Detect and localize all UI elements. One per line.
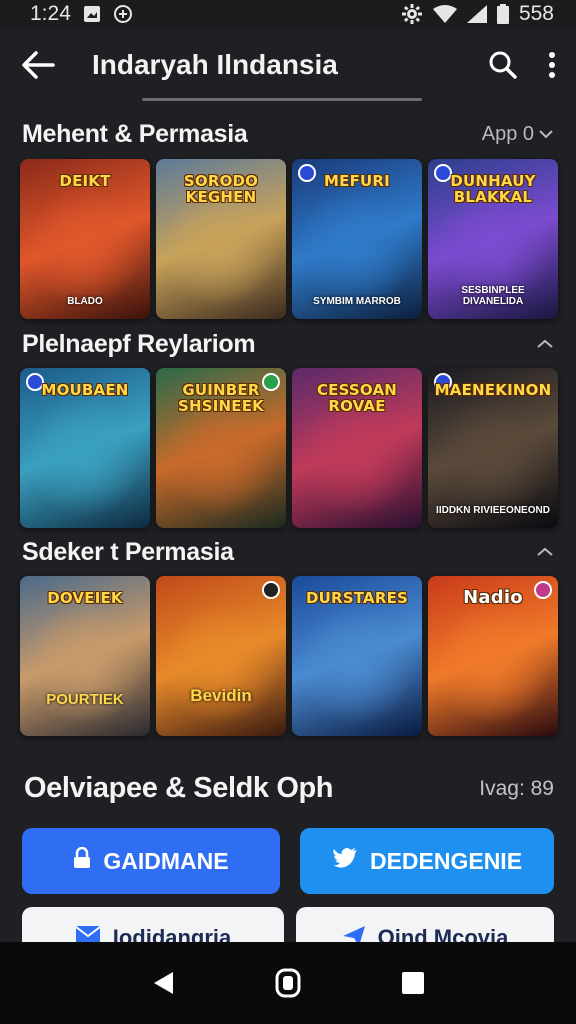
game-card[interactable]: CESSOAN ROVAE: [292, 368, 422, 528]
section-title: Oelviapee & Seldk Oph: [24, 772, 334, 804]
settings-gear-icon: [401, 3, 423, 25]
badge-icon: [262, 581, 280, 599]
game-card[interactable]: MOUBAEN: [20, 368, 150, 528]
card-subtitle: SESBINPLEE DIVANELIDA: [461, 285, 525, 307]
button-label: Oind Mcovia: [377, 925, 509, 942]
app-bar: Indaryah Ilndansia: [0, 28, 576, 102]
card-title: GUINBER SHSINEEK: [177, 381, 264, 415]
section-meta-label: App 0: [481, 123, 534, 145]
card-title: DURSTARES: [305, 589, 409, 607]
card-title: MEFURI: [324, 172, 390, 190]
card-title: MOUBAEN: [41, 381, 129, 399]
game-card[interactable]: SORODO KEGHEN: [156, 159, 286, 319]
section-meta[interactable]: Ivag: 89: [479, 777, 554, 801]
button-label: Iodidangria: [112, 925, 232, 942]
section-header-1: Mehent & Permasia App 0: [22, 120, 554, 149]
section-title: Plelnaepf Reylariom: [22, 330, 256, 358]
chevron-up-icon: [536, 541, 554, 564]
card-title: DUNHAUY BLAKKAL: [450, 172, 536, 206]
content-scroll[interactable]: Mehent & Permasia App 0 DEIKT BLADO SOROD…: [0, 102, 576, 942]
card-row-3: DOVEIEK POURTIEK Bevidin DURSTARES Nadio: [20, 576, 558, 736]
card-row-1: DEIKT BLADO SORODO KEGHEN MEFURI SYMBIM MA…: [20, 159, 558, 319]
status-right: 558: [401, 2, 554, 26]
chevron-up-icon: [536, 333, 554, 356]
signal-icon: [466, 5, 487, 23]
battery-level: 558: [518, 2, 554, 25]
button-label: GAIDMANE: [103, 847, 229, 874]
twitter-bird-icon: [332, 847, 358, 875]
gaidmane-button[interactable]: GAIDMANE: [22, 828, 280, 894]
status-bar: 1:24 558: [0, 0, 576, 28]
nav-home-icon[interactable]: [268, 963, 308, 1003]
card-title: SORODO KEGHEN: [183, 172, 259, 206]
section-title: Sdeker t Permasia: [22, 538, 234, 566]
battery-icon: [496, 4, 509, 24]
card-subtitle: IIDDKN RIVIEEONEOND: [436, 505, 550, 516]
section-header-2: Plelnaepf Reylariom: [22, 330, 554, 359]
game-card[interactable]: DEIKT BLADO: [20, 159, 150, 319]
status-left: 1:24: [30, 2, 133, 26]
card-title: DOVEIEK: [47, 589, 123, 607]
section-header-3: Sdeker t Permasia: [22, 538, 554, 567]
game-card[interactable]: DOVEIEK POURTIEK: [20, 576, 150, 736]
app-actions: [488, 50, 556, 80]
game-card[interactable]: DUNHAUY BLAKKAL SESBINPLEE DIVANELIDA: [428, 159, 558, 319]
game-card[interactable]: DURSTARES: [292, 576, 422, 736]
section-meta[interactable]: [536, 541, 554, 564]
page-title: Indaryah Ilndansia: [92, 49, 338, 80]
card-subtitle: POURTIEK: [46, 691, 124, 708]
section-title: Mehent & Permasia: [22, 120, 248, 148]
game-card[interactable]: GUINBER SHSINEEK: [156, 368, 286, 528]
button-label: DEDENGENIE: [369, 847, 523, 874]
game-card[interactable]: Bevidin: [156, 576, 286, 736]
photo-notification-icon: [83, 5, 101, 23]
iodidangria-button[interactable]: Iodidangria: [22, 907, 284, 942]
section-header-4: Oelviapee & Seldk Oph Ivag: 89: [24, 772, 554, 805]
scroll-indicator: [142, 98, 422, 101]
card-title: Nadio: [463, 587, 523, 608]
card-title: MAENEKINON: [434, 381, 552, 399]
card-title: DEIKT: [59, 172, 111, 190]
send-icon: [342, 925, 366, 942]
dedengenie-button[interactable]: DEDENGENIE: [300, 828, 554, 894]
section-meta[interactable]: App 0: [482, 123, 554, 146]
chevron-down-icon: [538, 123, 554, 146]
status-time: 1:24: [30, 2, 71, 25]
card-art: [156, 576, 286, 736]
card-title: CESSOAN ROVAE: [316, 381, 398, 415]
card-subtitle: BLADO: [67, 296, 103, 307]
section-meta[interactable]: [536, 333, 554, 356]
back-arrow-icon[interactable]: [20, 50, 56, 80]
oind-mcovia-button[interactable]: Oind Mcovia: [296, 907, 554, 942]
game-card[interactable]: Nadio: [428, 576, 558, 736]
search-icon[interactable]: [488, 50, 518, 80]
mail-icon: [75, 925, 101, 942]
lock-icon: [73, 846, 91, 875]
card-subtitle: SYMBIM MARROB: [313, 296, 401, 307]
card-subtitle: Bevidin: [190, 686, 252, 705]
nav-recents-icon[interactable]: [393, 963, 433, 1003]
more-vert-icon[interactable]: [548, 52, 556, 78]
game-card[interactable]: MEFURI SYMBIM MARROB: [292, 159, 422, 319]
system-nav-bar: [0, 942, 576, 1024]
card-row-2: MOUBAEN GUINBER SHSINEEK CESSOAN ROVAE M…: [20, 368, 558, 528]
nav-back-icon[interactable]: [143, 963, 183, 1003]
game-card[interactable]: MAENEKINON IIDDKN RIVIEEONEOND: [428, 368, 558, 528]
wifi-icon: [432, 5, 457, 23]
game-notification-icon: [113, 4, 133, 24]
